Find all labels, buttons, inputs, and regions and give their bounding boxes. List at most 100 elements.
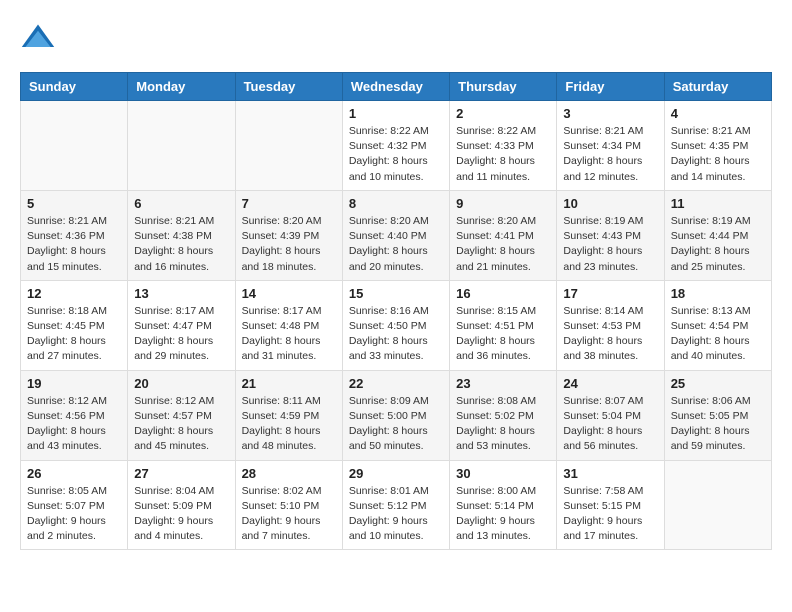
day-number: 24 xyxy=(563,376,657,391)
day-number: 30 xyxy=(456,466,550,481)
day-number: 15 xyxy=(349,286,443,301)
day-number: 11 xyxy=(671,196,765,211)
calendar-cell: 26Sunrise: 8:05 AMSunset: 5:07 PMDayligh… xyxy=(21,460,128,550)
logo-icon xyxy=(20,20,56,56)
calendar-cell: 23 Sunrise: 8:08 AMSunset: 5:02 PMDayligh… xyxy=(450,370,557,460)
day-number: 3 xyxy=(563,106,657,121)
weekday-header-monday: Monday xyxy=(128,73,235,101)
day-number: 10 xyxy=(563,196,657,211)
weekday-header-row: SundayMondayTuesdayWednesdayThursdayFrid… xyxy=(21,73,772,101)
day-info: Sunrise: 8:19 AMSunset: 4:44 PMDaylight:… xyxy=(671,214,765,275)
day-info: Sunrise: 8:21 AMSunset: 4:38 PMDaylight:… xyxy=(134,214,228,275)
calendar-cell: 9Sunrise: 8:20 AMSunset: 4:41 PMDaylight… xyxy=(450,190,557,280)
logo xyxy=(20,20,60,56)
day-number: 22 xyxy=(349,376,443,391)
day-info: Sunrise: 8:20 AMSunset: 4:40 PMDaylight:… xyxy=(349,214,443,275)
calendar-cell: 27 Sunrise: 8:04 AMSunset: 5:09 PMDayligh… xyxy=(128,460,235,550)
calendar-week-row: 5 Sunrise: 8:21 AMSunset: 4:36 PMDaylight… xyxy=(21,190,772,280)
day-info: Sunrise: 8:19 AMSunset: 4:43 PMDaylight:… xyxy=(563,214,657,275)
calendar-cell: 24 Sunrise: 8:07 AMSunset: 5:04 PMDayligh… xyxy=(557,370,664,460)
day-info: Sunrise: 8:01 AMSunset: 5:12 PMDaylight:… xyxy=(349,484,443,545)
calendar-cell: 25 Sunrise: 8:06 AMSunset: 5:05 PMDayligh… xyxy=(664,370,771,460)
day-info: Sunrise: 8:12 AMSunset: 4:56 PMDaylight:… xyxy=(27,394,121,455)
calendar-cell xyxy=(235,101,342,191)
day-info: Sunrise: 8:22 AMSunset: 4:32 PMDaylight:… xyxy=(349,124,443,185)
day-info: Sunrise: 8:22 AMSunset: 4:33 PMDaylight:… xyxy=(456,124,550,185)
calendar-cell: 15 Sunrise: 8:16 AMSunset: 4:50 PMDayligh… xyxy=(342,280,449,370)
calendar-cell: 7Sunrise: 8:20 AMSunset: 4:39 PMDaylight… xyxy=(235,190,342,280)
day-number: 28 xyxy=(242,466,336,481)
day-number: 1 xyxy=(349,106,443,121)
day-number: 26 xyxy=(27,466,121,481)
calendar-cell: 4Sunrise: 8:21 AMSunset: 4:35 PMDaylight… xyxy=(664,101,771,191)
day-number: 13 xyxy=(134,286,228,301)
calendar-week-row: 12 Sunrise: 8:18 AMSunset: 4:45 PMDayligh… xyxy=(21,280,772,370)
calendar-cell: 13 Sunrise: 8:17 AMSunset: 4:47 PMDayligh… xyxy=(128,280,235,370)
day-number: 18 xyxy=(671,286,765,301)
day-info: Sunrise: 8:20 AMSunset: 4:39 PMDaylight:… xyxy=(242,214,336,275)
day-number: 25 xyxy=(671,376,765,391)
day-number: 17 xyxy=(563,286,657,301)
calendar-cell: 5 Sunrise: 8:21 AMSunset: 4:36 PMDaylight… xyxy=(21,190,128,280)
calendar-cell: 20 Sunrise: 8:12 AMSunset: 4:57 PMDayligh… xyxy=(128,370,235,460)
day-number: 8 xyxy=(349,196,443,211)
calendar-cell: 19 Sunrise: 8:12 AMSunset: 4:56 PMDayligh… xyxy=(21,370,128,460)
day-number: 12 xyxy=(27,286,121,301)
day-info: Sunrise: 8:06 AMSunset: 5:05 PMDaylight:… xyxy=(671,394,765,455)
day-info: Sunrise: 8:17 AMSunset: 4:48 PMDaylight:… xyxy=(242,304,336,365)
calendar-cell xyxy=(128,101,235,191)
day-info: Sunrise: 8:16 AMSunset: 4:50 PMDaylight:… xyxy=(349,304,443,365)
weekday-header-tuesday: Tuesday xyxy=(235,73,342,101)
calendar-week-row: 1 Sunrise: 8:22 AMSunset: 4:32 PMDaylight… xyxy=(21,101,772,191)
day-info: Sunrise: 8:12 AMSunset: 4:57 PMDaylight:… xyxy=(134,394,228,455)
calendar-cell: 22 Sunrise: 8:09 AMSunset: 5:00 PMDayligh… xyxy=(342,370,449,460)
day-number: 19 xyxy=(27,376,121,391)
calendar-cell: 18 Sunrise: 8:13 AMSunset: 4:54 PMDayligh… xyxy=(664,280,771,370)
weekday-header-saturday: Saturday xyxy=(664,73,771,101)
calendar-cell xyxy=(21,101,128,191)
calendar-cell: 2Sunrise: 8:22 AMSunset: 4:33 PMDaylight… xyxy=(450,101,557,191)
day-number: 29 xyxy=(349,466,443,481)
day-info: Sunrise: 8:17 AMSunset: 4:47 PMDaylight:… xyxy=(134,304,228,365)
day-number: 31 xyxy=(563,466,657,481)
day-number: 9 xyxy=(456,196,550,211)
calendar-cell: 10 Sunrise: 8:19 AMSunset: 4:43 PMDayligh… xyxy=(557,190,664,280)
calendar-table: SundayMondayTuesdayWednesdayThursdayFrid… xyxy=(20,72,772,550)
calendar-cell: 12 Sunrise: 8:18 AMSunset: 4:45 PMDayligh… xyxy=(21,280,128,370)
calendar-cell: 29 Sunrise: 8:01 AMSunset: 5:12 PMDayligh… xyxy=(342,460,449,550)
day-number: 16 xyxy=(456,286,550,301)
day-info: Sunrise: 7:58 AMSunset: 5:15 PMDaylight:… xyxy=(563,484,657,545)
day-info: Sunrise: 8:04 AMSunset: 5:09 PMDaylight:… xyxy=(134,484,228,545)
day-number: 20 xyxy=(134,376,228,391)
calendar-cell xyxy=(664,460,771,550)
calendar-cell: 17Sunrise: 8:14 AMSunset: 4:53 PMDayligh… xyxy=(557,280,664,370)
day-number: 21 xyxy=(242,376,336,391)
day-number: 27 xyxy=(134,466,228,481)
day-info: Sunrise: 8:02 AMSunset: 5:10 PMDaylight:… xyxy=(242,484,336,545)
day-number: 23 xyxy=(456,376,550,391)
calendar-cell: 14 Sunrise: 8:17 AMSunset: 4:48 PMDayligh… xyxy=(235,280,342,370)
calendar-week-row: 19 Sunrise: 8:12 AMSunset: 4:56 PMDayligh… xyxy=(21,370,772,460)
day-info: Sunrise: 8:21 AMSunset: 4:36 PMDaylight:… xyxy=(27,214,121,275)
day-info: Sunrise: 8:07 AMSunset: 5:04 PMDaylight:… xyxy=(563,394,657,455)
day-info: Sunrise: 8:11 AMSunset: 4:59 PMDaylight:… xyxy=(242,394,336,455)
weekday-header-sunday: Sunday xyxy=(21,73,128,101)
day-number: 4 xyxy=(671,106,765,121)
day-number: 5 xyxy=(27,196,121,211)
calendar-cell: 30 Sunrise: 8:00 AMSunset: 5:14 PMDayligh… xyxy=(450,460,557,550)
page-header xyxy=(20,20,772,56)
calendar-week-row: 26Sunrise: 8:05 AMSunset: 5:07 PMDayligh… xyxy=(21,460,772,550)
day-number: 6 xyxy=(134,196,228,211)
calendar-cell: 3 Sunrise: 8:21 AMSunset: 4:34 PMDaylight… xyxy=(557,101,664,191)
calendar-cell: 21 Sunrise: 8:11 AMSunset: 4:59 PMDayligh… xyxy=(235,370,342,460)
day-info: Sunrise: 8:09 AMSunset: 5:00 PMDaylight:… xyxy=(349,394,443,455)
day-info: Sunrise: 8:08 AMSunset: 5:02 PMDaylight:… xyxy=(456,394,550,455)
day-info: Sunrise: 8:13 AMSunset: 4:54 PMDaylight:… xyxy=(671,304,765,365)
day-number: 14 xyxy=(242,286,336,301)
day-info: Sunrise: 8:21 AMSunset: 4:34 PMDaylight:… xyxy=(563,124,657,185)
calendar-cell: 6 Sunrise: 8:21 AMSunset: 4:38 PMDaylight… xyxy=(128,190,235,280)
day-info: Sunrise: 8:00 AMSunset: 5:14 PMDaylight:… xyxy=(456,484,550,545)
day-info: Sunrise: 8:18 AMSunset: 4:45 PMDaylight:… xyxy=(27,304,121,365)
calendar-cell: 1 Sunrise: 8:22 AMSunset: 4:32 PMDaylight… xyxy=(342,101,449,191)
weekday-header-friday: Friday xyxy=(557,73,664,101)
